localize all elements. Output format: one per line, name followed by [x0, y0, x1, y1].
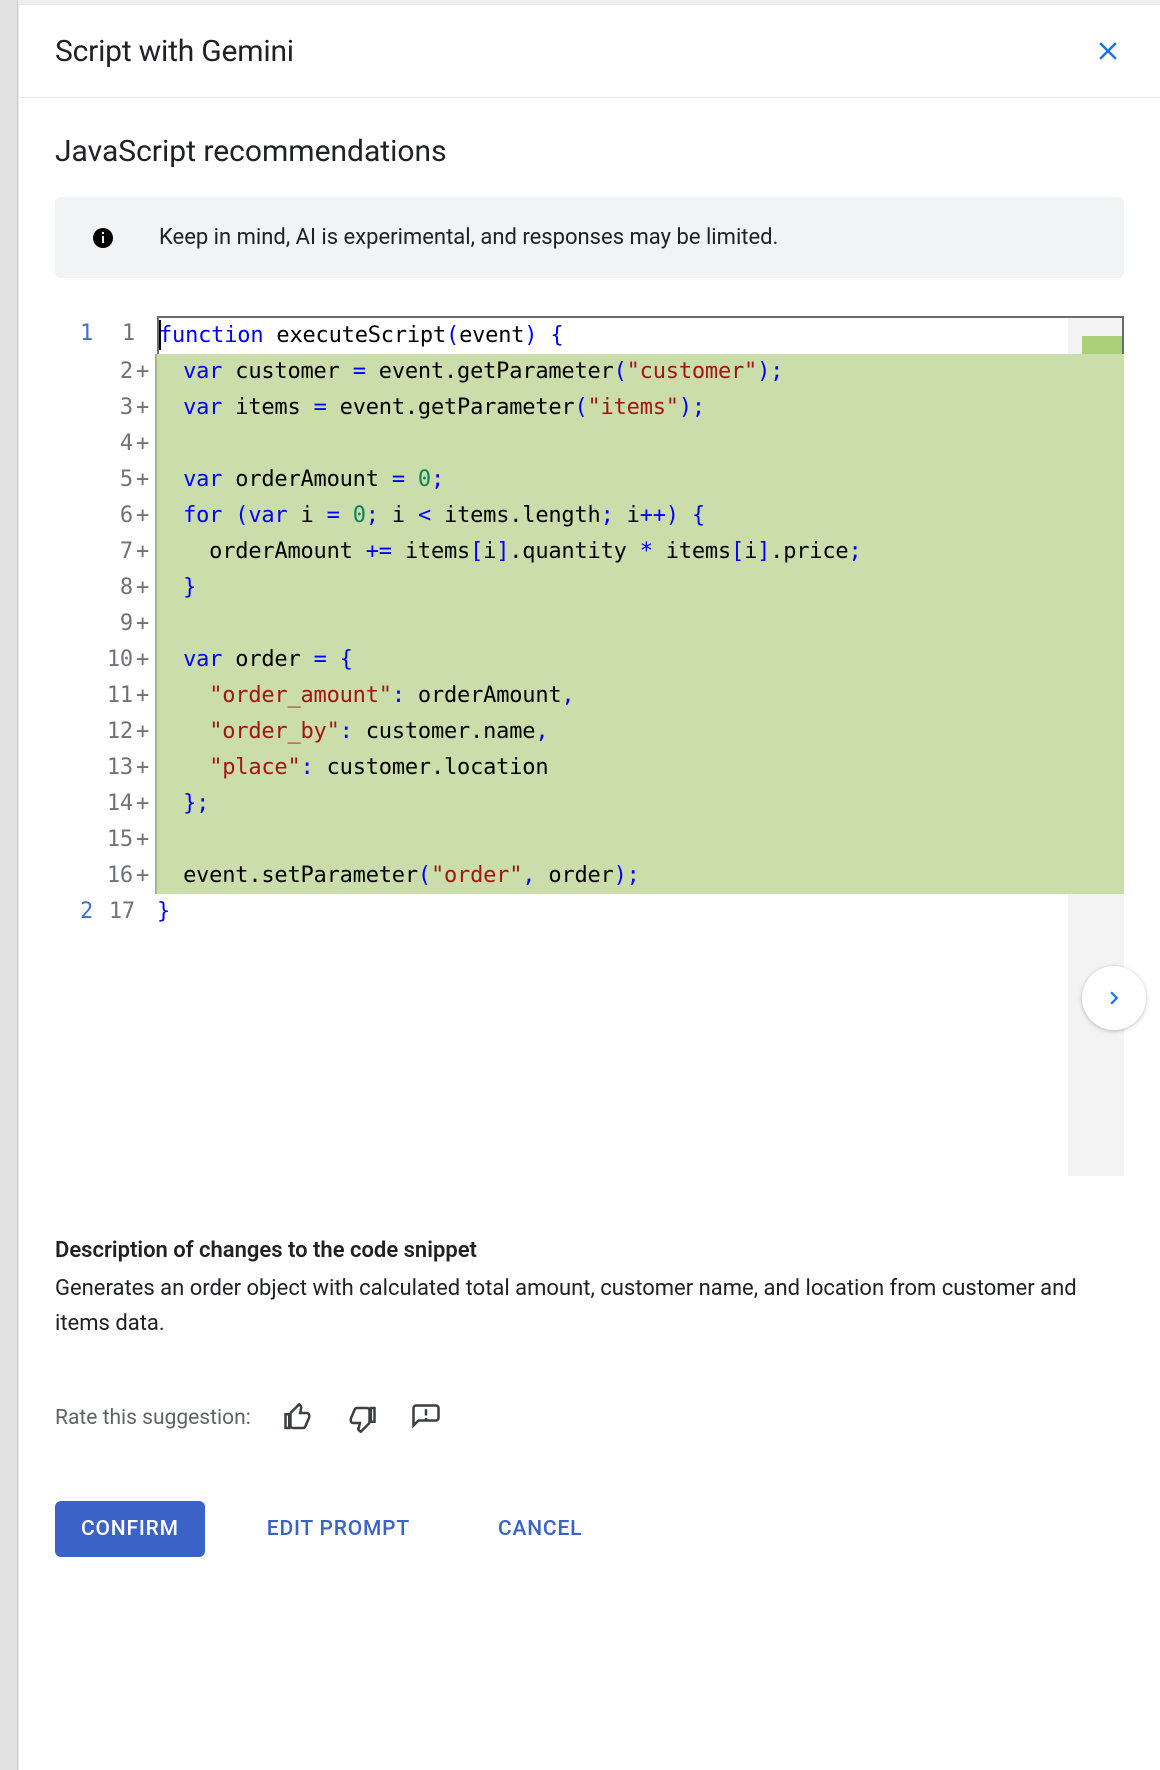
- info-notice: Keep in mind, AI is experimental, and re…: [55, 197, 1124, 278]
- code-cell: [157, 426, 1124, 462]
- thumb-up-button[interactable]: [281, 1401, 315, 1435]
- code-line: 3 var items = event.getParameter("items"…: [103, 390, 1124, 426]
- inner-gutter: 15: [103, 822, 157, 858]
- outer-gutter: [55, 786, 103, 822]
- code-line: 15: [103, 822, 1124, 858]
- outer-gutter: [55, 498, 103, 534]
- code-cell: var order = {: [157, 642, 1124, 678]
- inner-gutter: 12: [103, 714, 157, 750]
- outer-gutter: [55, 534, 103, 570]
- inner-gutter: 16: [103, 858, 157, 894]
- code-cell: };: [157, 786, 1124, 822]
- feedback-icon: [411, 1403, 441, 1433]
- code-cell: "order_by": customer.name,: [157, 714, 1124, 750]
- inner-gutter: 17: [103, 894, 157, 930]
- outer-gutter: 2: [55, 894, 103, 930]
- code-line: 8 }: [103, 570, 1124, 606]
- code-cell: orderAmount += items[i].quantity * items…: [157, 534, 1124, 570]
- code-diff-viewer[interactable]: 11function executeScript(event) {2 var c…: [55, 312, 1124, 930]
- outer-gutter: [55, 390, 103, 426]
- inner-gutter: 5: [103, 462, 157, 498]
- outer-gutter: [55, 750, 103, 786]
- code-cell: [157, 822, 1124, 858]
- description-section: Description of changes to the code snipp…: [55, 1238, 1124, 1341]
- code-line: 11 "order_amount": orderAmount,: [103, 678, 1124, 714]
- outer-gutter: [55, 606, 103, 642]
- code-cell: var items = event.getParameter("items");: [157, 390, 1124, 426]
- inner-gutter: 4: [103, 426, 157, 462]
- code-cell: event.setParameter("order", order);: [157, 858, 1124, 894]
- backdrop: [0, 0, 18, 1770]
- code-line: 2 var customer = event.getParameter("cus…: [103, 354, 1124, 390]
- inner-gutter: 2: [103, 354, 157, 390]
- outer-gutter: [55, 426, 103, 462]
- thumb-down-icon: [347, 1403, 377, 1433]
- rate-row: Rate this suggestion:: [55, 1401, 1124, 1435]
- outer-gutter: [55, 642, 103, 678]
- description-body: Generates an order object with calculate…: [55, 1271, 1124, 1341]
- dialog: Script with Gemini JavaScript recommenda…: [18, 4, 1160, 1770]
- info-icon: [91, 226, 115, 250]
- code-line: 7 orderAmount += items[i].quantity * ite…: [103, 534, 1124, 570]
- code-line: 217}: [103, 894, 1124, 930]
- button-row: CONFIRM EDIT PROMPT CANCEL: [55, 1501, 1124, 1557]
- code-line: 6 for (var i = 0; i < items.length; i++)…: [103, 498, 1124, 534]
- code-line: 5 var orderAmount = 0;: [103, 462, 1124, 498]
- edit-prompt-button[interactable]: EDIT PROMPT: [241, 1501, 436, 1557]
- dialog-title: Script with Gemini: [55, 34, 294, 69]
- inner-gutter: 8: [103, 570, 157, 606]
- confirm-button[interactable]: CONFIRM: [55, 1501, 205, 1557]
- outer-gutter: [55, 462, 103, 498]
- code-cell: function executeScript(event) {: [157, 316, 1124, 354]
- inner-gutter: 9: [103, 606, 157, 642]
- code-cell: for (var i = 0; i < items.length; i++) {: [157, 498, 1124, 534]
- thumb-down-button[interactable]: [345, 1401, 379, 1435]
- code-cell: var orderAmount = 0;: [157, 462, 1124, 498]
- outer-gutter: [55, 570, 103, 606]
- code-line: 10 var order = {: [103, 642, 1124, 678]
- outer-gutter: [55, 354, 103, 390]
- code-cell: [157, 606, 1124, 642]
- code-cell: "place": customer.location: [157, 750, 1124, 786]
- outer-gutter: 1: [55, 316, 103, 354]
- close-icon: [1093, 36, 1123, 66]
- inner-gutter: 1: [103, 316, 157, 354]
- chevron-right-icon: [1101, 985, 1127, 1011]
- code-cell: "order_amount": orderAmount,: [157, 678, 1124, 714]
- next-recommendation-button[interactable]: [1082, 966, 1146, 1030]
- code-line: 11function executeScript(event) {: [103, 316, 1124, 354]
- section-title: JavaScript recommendations: [55, 134, 1124, 169]
- outer-gutter: [55, 858, 103, 894]
- inner-gutter: 10: [103, 642, 157, 678]
- dialog-content: JavaScript recommendations Keep in mind,…: [19, 98, 1160, 1770]
- dialog-header: Script with Gemini: [19, 5, 1160, 98]
- code-cell: }: [157, 894, 1124, 930]
- inner-gutter: 11: [103, 678, 157, 714]
- inner-gutter: 3: [103, 390, 157, 426]
- cursor: [159, 320, 161, 350]
- code-line: 13 "place": customer.location: [103, 750, 1124, 786]
- thumb-up-icon: [283, 1403, 313, 1433]
- info-notice-text: Keep in mind, AI is experimental, and re…: [159, 225, 778, 250]
- close-button[interactable]: [1086, 29, 1130, 73]
- code-line: 9: [103, 606, 1124, 642]
- feedback-button[interactable]: [409, 1401, 443, 1435]
- outer-gutter: [55, 678, 103, 714]
- inner-gutter: 13: [103, 750, 157, 786]
- inner-gutter: 6: [103, 498, 157, 534]
- outer-gutter: [55, 822, 103, 858]
- code-line: 12 "order_by": customer.name,: [103, 714, 1124, 750]
- cancel-button[interactable]: CANCEL: [472, 1501, 608, 1557]
- rate-label: Rate this suggestion:: [55, 1406, 251, 1430]
- outer-gutter: [55, 714, 103, 750]
- code-line: 14 };: [103, 786, 1124, 822]
- inner-gutter: 7: [103, 534, 157, 570]
- code-line: 16 event.setParameter("order", order);: [103, 858, 1124, 894]
- code-cell: }: [157, 570, 1124, 606]
- code-cell: var customer = event.getParameter("custo…: [157, 354, 1124, 390]
- description-heading: Description of changes to the code snipp…: [55, 1238, 1124, 1263]
- inner-gutter: 14: [103, 786, 157, 822]
- code-line: 4: [103, 426, 1124, 462]
